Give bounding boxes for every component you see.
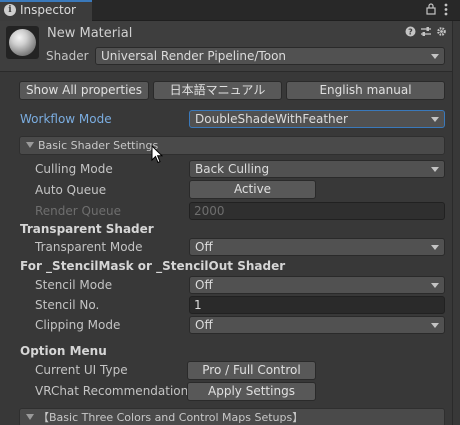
stencil-heading: For _StencilMask or _StencilOut Shader	[20, 259, 286, 273]
chevron-down-icon	[431, 283, 439, 288]
stencil-mode-dropdown[interactable]: Off	[189, 276, 445, 294]
shader-value: Universal Render Pipeline/Toon	[101, 49, 287, 63]
culling-mode-dropdown[interactable]: Back Culling	[189, 160, 445, 178]
stencil-no-field[interactable]: 1	[189, 296, 445, 314]
material-name: New Material	[47, 26, 133, 41]
current-ui-type-button[interactable]: Pro / Full Control	[187, 361, 316, 380]
show-all-properties-button[interactable]: Show All properties	[19, 81, 149, 100]
transparent-mode-label: Transparent Mode	[35, 240, 143, 254]
workflow-mode-label: Workflow Mode	[20, 112, 112, 126]
auto-queue-label: Auto Queue	[35, 183, 107, 197]
shader-dropdown[interactable]: Universal Render Pipeline/Toon	[95, 47, 445, 65]
current-ui-type-label: Current UI Type	[35, 363, 128, 377]
chevron-down-icon	[431, 54, 439, 59]
lock-icon[interactable]	[426, 3, 436, 18]
auto-queue-toggle-button[interactable]: Active	[189, 180, 316, 199]
transparent-mode-dropdown[interactable]: Off	[189, 238, 445, 256]
material-preview-sphere	[6, 26, 39, 59]
kebab-menu-icon[interactable]	[444, 3, 448, 19]
option-menu-heading: Option Menu	[20, 344, 107, 358]
inspector-tab-label: Inspector	[20, 3, 76, 17]
culling-mode-value: Back Culling	[195, 162, 270, 176]
foldout-triangle-icon	[26, 142, 34, 148]
scrollbar-track[interactable]	[452, 21, 460, 425]
shader-label: Shader	[46, 49, 89, 63]
transparent-shader-heading: Transparent Shader	[20, 222, 154, 236]
workflow-mode-dropdown[interactable]: DoubleShadeWithFeather	[189, 110, 445, 128]
stencil-mode-value: Off	[195, 278, 213, 292]
japanese-manual-button[interactable]: 日本語マニュアル	[153, 81, 282, 100]
clipping-mode-label: Clipping Mode	[35, 318, 121, 332]
foldout-triangle-icon	[26, 414, 34, 420]
chevron-down-icon	[431, 323, 439, 328]
mouse-cursor-icon	[151, 144, 164, 167]
clipping-mode-value: Off	[195, 318, 213, 332]
render-queue-label: Render Queue	[35, 204, 121, 218]
basic-shader-settings-header: Basic Shader Settings	[38, 139, 159, 152]
settings-gear-icon[interactable]	[436, 26, 447, 40]
preview-ball	[9, 29, 36, 56]
basic-three-colors-header: 【Basic Three Colors and Control Maps Set…	[38, 411, 304, 424]
render-queue-field: 2000	[189, 202, 445, 220]
chevron-down-icon	[431, 167, 439, 172]
transparent-mode-value: Off	[195, 240, 213, 254]
basic-three-colors-foldout[interactable]: 【Basic Three Colors and Control Maps Set…	[19, 408, 445, 425]
culling-mode-label: Culling Mode	[35, 162, 113, 176]
workflow-mode-value: DoubleShadeWithFeather	[195, 112, 348, 126]
presets-icon[interactable]	[420, 26, 432, 40]
info-icon: i	[4, 4, 16, 16]
basic-shader-settings-foldout[interactable]: Basic Shader Settings	[19, 136, 445, 155]
vrchat-recommendation-label: VRChat Recommendation	[35, 384, 189, 398]
chevron-down-icon	[431, 245, 439, 250]
clipping-mode-dropdown[interactable]: Off	[189, 316, 445, 334]
chevron-down-icon	[431, 117, 439, 122]
english-manual-button[interactable]: English manual	[286, 81, 445, 100]
help-icon[interactable]: ?	[405, 26, 416, 40]
stencil-mode-label: Stencil Mode	[35, 278, 113, 292]
svg-text:?: ?	[408, 28, 413, 37]
stencil-no-label: Stencil No.	[35, 298, 100, 312]
inspector-tab[interactable]: i Inspector	[0, 0, 92, 21]
apply-settings-button[interactable]: Apply Settings	[187, 382, 316, 401]
